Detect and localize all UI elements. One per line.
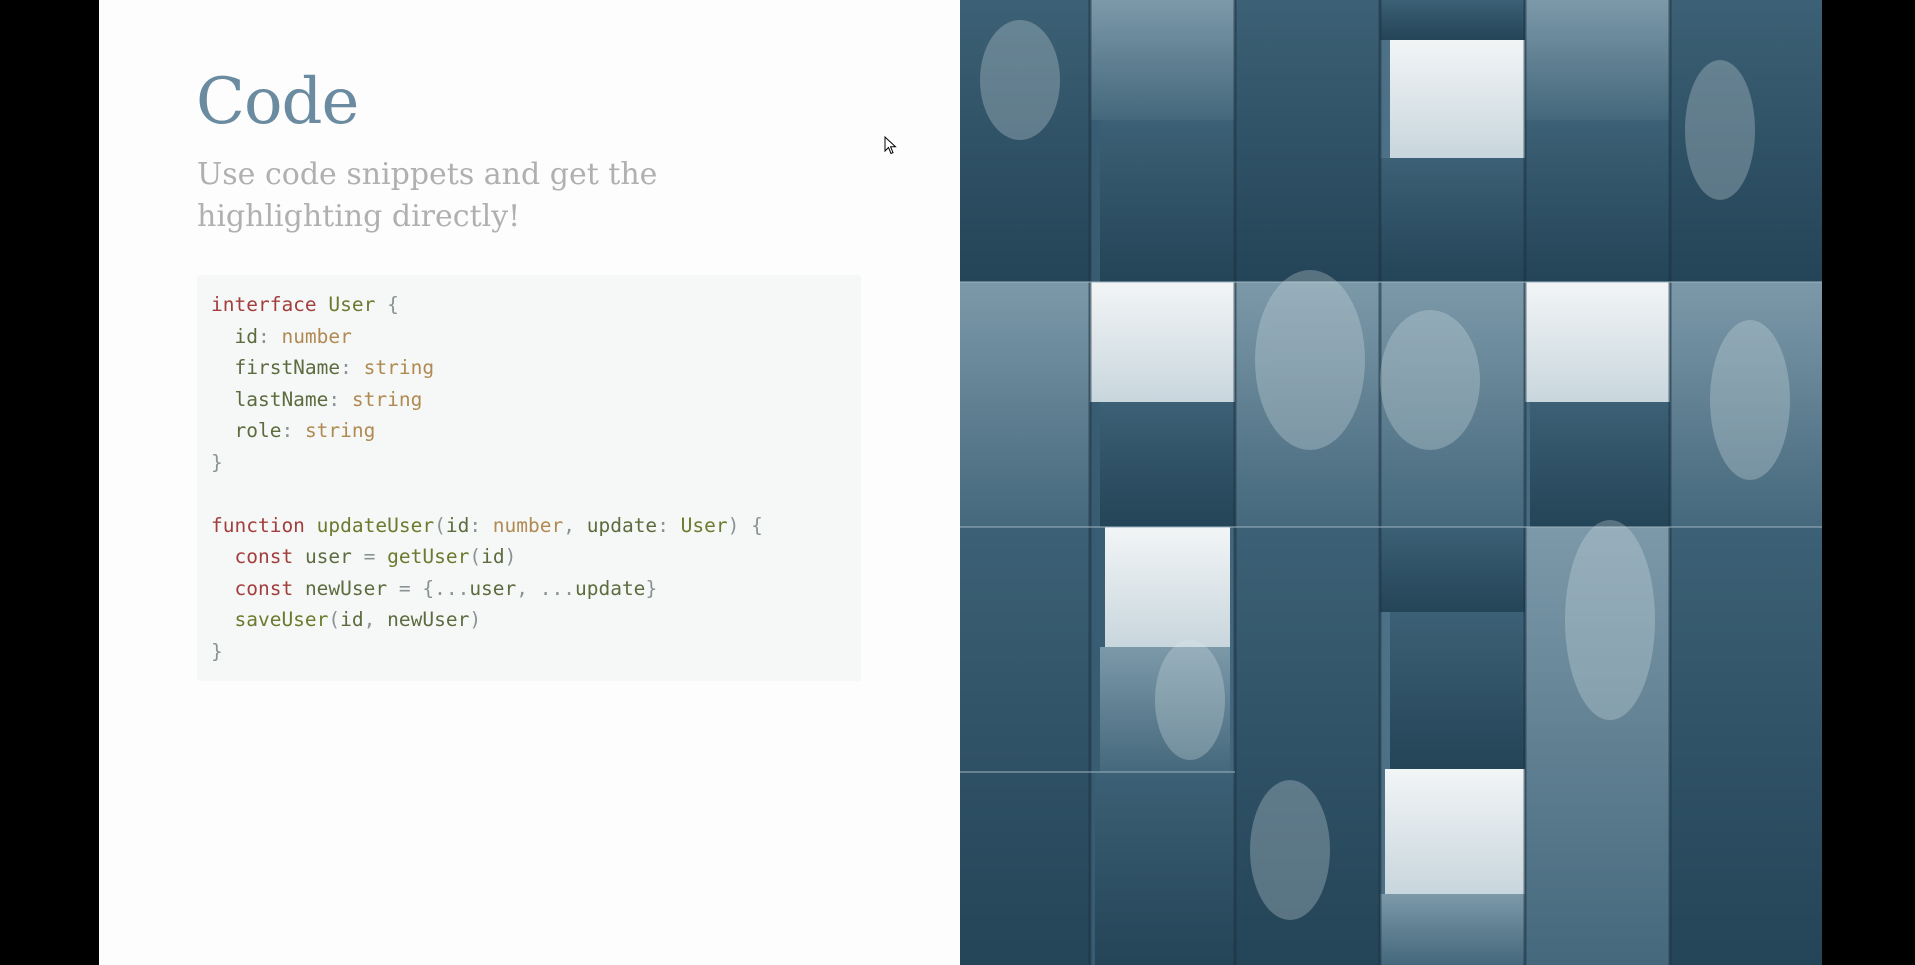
slide-subtitle: Use code snippets and get the highlighti… bbox=[197, 157, 658, 234]
code-token: number bbox=[492, 513, 564, 537]
code-token: id bbox=[481, 545, 505, 568]
code-token: ( bbox=[434, 513, 446, 537]
code-token: ) { bbox=[727, 513, 763, 537]
code-snippet: interface User { id: number firstName: s… bbox=[197, 275, 861, 681]
code-token: , ... bbox=[516, 576, 575, 600]
code-token: : bbox=[657, 513, 681, 537]
code-token: User bbox=[328, 293, 376, 316]
blue-geometric-cubes-image bbox=[960, 0, 1822, 965]
code-line: const newUser = {...user, ...update} bbox=[211, 573, 847, 605]
mouse-cursor-icon bbox=[884, 136, 897, 155]
code-token: , bbox=[363, 608, 388, 631]
code-token: lastName bbox=[211, 387, 329, 411]
code-token: role bbox=[211, 419, 282, 442]
code-token: ) bbox=[469, 608, 482, 631]
code-token: update bbox=[586, 513, 658, 537]
code-token: : bbox=[340, 356, 364, 379]
decorative-image bbox=[960, 0, 1822, 965]
code-line: firstName: string bbox=[211, 352, 847, 384]
code-token: } bbox=[645, 576, 658, 600]
code-token: updateUser bbox=[316, 513, 435, 537]
code-token: id bbox=[445, 513, 470, 537]
slide-title: Code bbox=[196, 65, 359, 139]
code-line: role: string bbox=[211, 415, 847, 447]
code-token: ( bbox=[328, 608, 341, 631]
code-token: newUser bbox=[387, 608, 470, 631]
slide: Code Use code snippets and get the highl… bbox=[99, 0, 1822, 965]
code-token: number bbox=[281, 324, 352, 348]
code-token: string bbox=[363, 356, 435, 379]
code-token: } bbox=[211, 450, 223, 474]
code-token: const bbox=[234, 545, 294, 568]
code-token: : bbox=[257, 324, 282, 348]
code-line: function updateUser(id: number, update: … bbox=[211, 510, 847, 542]
code-line: const user = getUser(id) bbox=[211, 541, 847, 573]
code-token: ) bbox=[504, 545, 517, 568]
code-line: saveUser(id, newUser) bbox=[211, 604, 847, 636]
code-token: = bbox=[351, 545, 388, 568]
code-token: user bbox=[304, 545, 352, 568]
code-line: } bbox=[211, 636, 847, 668]
code-token: : bbox=[281, 419, 305, 442]
code-token: const bbox=[234, 576, 294, 600]
code-token: } bbox=[211, 639, 223, 663]
code-token: string bbox=[304, 419, 376, 442]
code-token: , bbox=[563, 513, 587, 537]
code-token: newUser bbox=[304, 576, 388, 600]
code-line: } bbox=[211, 447, 847, 479]
code-token: getUser bbox=[387, 545, 470, 568]
code-token: interface bbox=[211, 293, 317, 316]
code-token: User bbox=[680, 513, 728, 537]
code-token: saveUser bbox=[234, 608, 329, 631]
code-token: = {... bbox=[387, 576, 470, 600]
code-token: update bbox=[574, 576, 646, 600]
code-line: interface User { bbox=[211, 289, 847, 321]
code-token: user bbox=[469, 576, 517, 600]
code-line: id: number bbox=[211, 321, 847, 353]
code-token: string bbox=[351, 387, 423, 411]
code-token: ( bbox=[469, 545, 482, 568]
code-token: firstName bbox=[211, 356, 341, 379]
code-token: id bbox=[340, 608, 364, 631]
code-token: function bbox=[211, 513, 305, 537]
code-token: id bbox=[211, 324, 258, 348]
code-token: : bbox=[328, 387, 352, 411]
code-line: lastName: string bbox=[211, 384, 847, 416]
presentation-stage: Code Use code snippets and get the highl… bbox=[0, 0, 1915, 965]
code-token: { bbox=[375, 293, 399, 316]
slide-content-pane: Code Use code snippets and get the highl… bbox=[99, 0, 960, 965]
code-token: : bbox=[469, 513, 493, 537]
